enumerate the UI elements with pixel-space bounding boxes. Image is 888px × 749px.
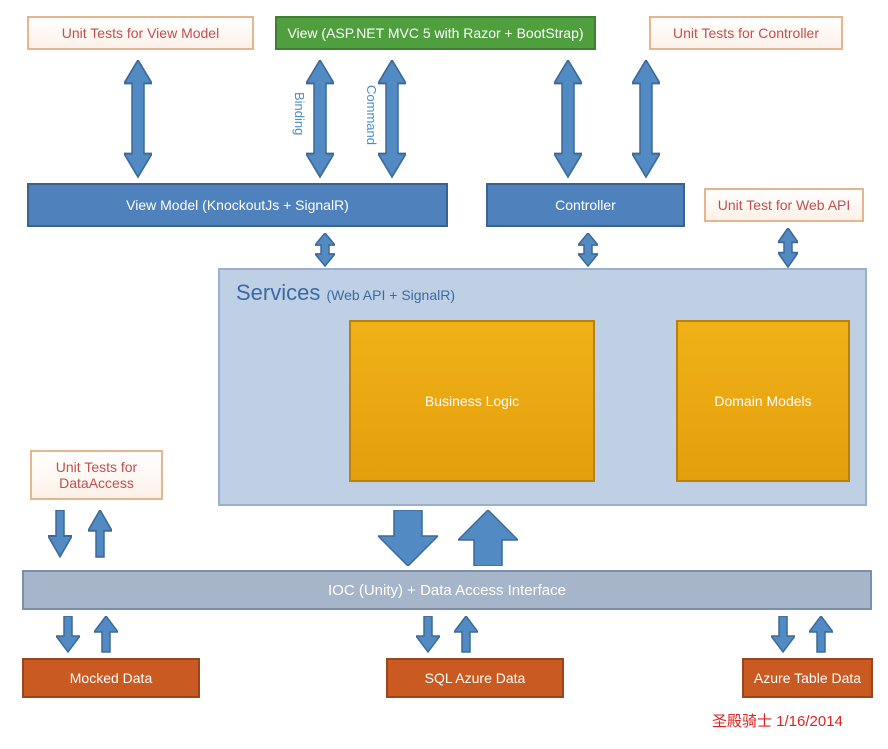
arrow-binding [306, 60, 334, 180]
arrow-utda-down [48, 510, 72, 560]
arrow-vm-to-services [315, 233, 335, 267]
arrow-ctrl-to-services [578, 233, 598, 267]
arrow-ioc-mocked-up [94, 616, 118, 656]
arrow-utvm-to-vm [124, 60, 152, 180]
ioc-box: IOC (Unity) + Data Access Interface [22, 570, 872, 610]
arrow-utctrl-to-ctrl-2 [632, 60, 660, 180]
arrow-ioc-atd-down [771, 616, 795, 656]
unit-tests-dataaccess-box: Unit Tests for DataAccess [30, 450, 163, 500]
arrow-ioc-sql-down [416, 616, 440, 656]
services-title: Services (Web API + SignalR) [236, 280, 455, 306]
sql-azure-data-box: SQL Azure Data [386, 658, 564, 698]
arrow-utda-up [88, 510, 112, 560]
unit-test-webapi-box: Unit Test for Web API [704, 188, 864, 222]
domain-models-box: Domain Models [676, 320, 850, 482]
business-logic-box: Business Logic [349, 320, 595, 482]
arrow-utctrl-to-ctrl-1 [554, 60, 582, 180]
footer-signature: 圣殿骑士 1/16/2014 [712, 710, 843, 731]
services-title-sub: (Web API + SignalR) [326, 287, 455, 303]
binding-label: Binding [292, 92, 307, 135]
azure-table-data-box: Azure Table Data [742, 658, 873, 698]
arrow-ioc-atd-up [809, 616, 833, 656]
arrow-utapi-to-services [778, 228, 798, 268]
arrow-ioc-mocked-down [56, 616, 80, 656]
view-box: View (ASP.NET MVC 5 with Razor + BootStr… [275, 16, 596, 50]
arrow-services-ioc-down [378, 510, 438, 566]
arrow-services-ioc-up [458, 510, 518, 566]
viewmodel-box: View Model (KnockoutJs + SignalR) [27, 183, 448, 227]
services-title-main: Services [236, 280, 320, 305]
mocked-data-box: Mocked Data [22, 658, 200, 698]
unit-tests-controller-box: Unit Tests for Controller [649, 16, 843, 50]
command-label: Command [364, 85, 379, 145]
unit-tests-viewmodel-box: Unit Tests for View Model [27, 16, 254, 50]
arrow-ioc-sql-up [454, 616, 478, 656]
controller-box: Controller [486, 183, 685, 227]
arrow-command [378, 60, 406, 180]
